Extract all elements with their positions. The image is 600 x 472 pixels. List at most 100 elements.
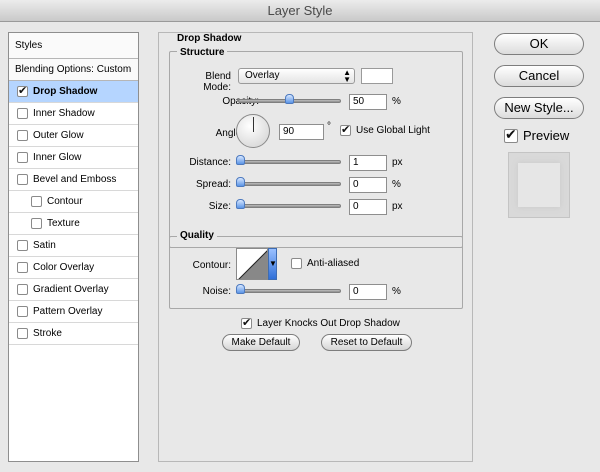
style-item[interactable]: Color Overlay (9, 257, 138, 279)
style-item-label: Pattern Overlay (33, 306, 103, 317)
drop-shadow-panel: Drop Shadow Structure Blend Mode: Overla… (158, 32, 473, 462)
style-item[interactable]: Gradient Overlay (9, 279, 138, 301)
cancel-button[interactable]: Cancel (494, 65, 584, 87)
checkbox-icon[interactable] (31, 218, 42, 229)
checkbox-icon[interactable] (17, 130, 28, 141)
angle-input[interactable]: 90 (279, 124, 324, 140)
style-preview-thumbnail (508, 152, 570, 218)
style-item-label: Gradient Overlay (33, 284, 109, 295)
dropdown-arrow-icon: ▼ (269, 259, 277, 268)
preview-checkbox[interactable]: Preview (504, 126, 570, 143)
style-item[interactable]: Outer Glow (9, 125, 138, 147)
style-item-label: Outer Glow (33, 130, 84, 141)
layer-knockout-checkbox[interactable]: Layer Knocks Out Drop Shadow (241, 316, 400, 329)
style-item[interactable]: Contour (9, 191, 138, 213)
preview-label: Preview (523, 128, 570, 143)
checkbox-icon[interactable] (17, 108, 28, 119)
style-item-label: Satin (33, 240, 56, 251)
checkbox-icon (241, 316, 252, 329)
checkbox-icon[interactable] (17, 262, 28, 273)
contour-label: Contour: (192, 260, 231, 271)
style-item[interactable]: Texture (9, 213, 138, 235)
spread-input[interactable]: 0 (349, 177, 387, 193)
opacity-slider-thumb[interactable] (285, 94, 294, 104)
contour-preview[interactable] (236, 248, 268, 280)
style-item[interactable]: Inner Glow (9, 147, 138, 169)
distance-input[interactable]: 1 (349, 155, 387, 171)
checkbox-icon[interactable] (17, 306, 28, 317)
spread-slider-track[interactable] (238, 182, 341, 186)
checkbox-icon[interactable] (17, 152, 28, 163)
window-titlebar: Layer Style (0, 0, 600, 22)
checkbox-icon (340, 123, 351, 136)
quality-title: Quality (177, 230, 217, 241)
structure-title: Structure (177, 47, 228, 58)
shadow-color-swatch[interactable] (361, 68, 393, 84)
noise-input[interactable]: 0 (349, 284, 387, 300)
ok-button[interactable]: OK (494, 33, 584, 55)
styles-list: Styles Blending Options: Custom Drop Sha… (8, 32, 139, 462)
drop-shadow-title: Drop Shadow (177, 33, 242, 44)
style-item[interactable]: Inner Shadow (9, 103, 138, 125)
distance-slider-thumb[interactable] (236, 155, 245, 165)
layer-knockout-label: Layer Knocks Out Drop Shadow (257, 318, 400, 329)
style-item-label: Inner Glow (33, 152, 82, 163)
style-item-label: Stroke (33, 328, 62, 339)
size-label: Size: (208, 201, 231, 212)
noise-label: Noise: (202, 286, 231, 297)
size-slider-track[interactable] (238, 204, 341, 208)
angle-dial[interactable] (236, 114, 270, 148)
noise-unit: % (392, 286, 401, 297)
size-unit: px (392, 201, 403, 212)
checkbox-icon[interactable] (17, 328, 28, 339)
style-item-label: Bevel and Emboss (33, 174, 117, 185)
new-style-button[interactable]: New Style... (494, 97, 584, 119)
size-slider-thumb[interactable] (236, 199, 245, 209)
style-item-label: Contour (47, 196, 83, 207)
noise-slider-thumb[interactable] (236, 284, 245, 294)
checkbox-icon[interactable] (17, 84, 28, 97)
checkbox-icon (291, 258, 302, 269)
contour-curve-icon (238, 250, 267, 279)
opacity-unit: % (392, 96, 401, 107)
spread-slider-thumb[interactable] (236, 177, 245, 187)
distance-slider-track[interactable] (238, 160, 341, 164)
blend-mode-select[interactable]: Overlay ▲ ▼ (238, 68, 355, 84)
contour-dropdown-button[interactable]: ▼ (268, 248, 277, 280)
quality-group (169, 236, 463, 309)
use-global-light-checkbox[interactable]: Use Global Light (340, 123, 430, 136)
updown-arrows-icon: ▲ ▼ (343, 68, 351, 84)
checkbox-icon[interactable] (17, 284, 28, 295)
style-item[interactable]: Bevel and Emboss (9, 169, 138, 191)
blend-mode-value: Overlay (245, 70, 280, 81)
size-input[interactable]: 0 (349, 199, 387, 215)
anti-aliased-label: Anti-aliased (307, 258, 360, 269)
blend-mode-label: Blend Mode: (203, 71, 231, 93)
angle-label: Angle: (215, 128, 244, 139)
reset-to-default-button[interactable]: Reset to Default (321, 334, 412, 351)
checkbox-icon (504, 126, 518, 143)
blending-options-item[interactable]: Blending Options: Custom (9, 59, 138, 81)
style-item-label: Texture (47, 218, 80, 229)
checkbox-icon[interactable] (17, 240, 28, 251)
use-global-light-label: Use Global Light (356, 125, 430, 136)
distance-label: Distance: (189, 157, 231, 168)
checkbox-icon[interactable] (17, 174, 28, 185)
style-item[interactable]: Drop Shadow (9, 81, 138, 103)
distance-unit: px (392, 157, 403, 168)
opacity-input[interactable]: 50 (349, 94, 387, 110)
noise-slider-track[interactable] (238, 289, 341, 293)
style-item-label: Drop Shadow (33, 86, 98, 97)
make-default-button[interactable]: Make Default (222, 334, 300, 351)
degree-unit: ° (327, 121, 331, 132)
style-item[interactable]: Pattern Overlay (9, 301, 138, 323)
spread-label: Spread: (195, 179, 231, 190)
style-item-label: Inner Shadow (33, 108, 95, 119)
style-item[interactable]: Stroke (9, 323, 138, 345)
window-title: Layer Style (267, 3, 333, 18)
style-item-label: Color Overlay (33, 262, 95, 273)
style-item[interactable]: Satin (9, 235, 138, 257)
checkbox-icon[interactable] (31, 196, 42, 207)
anti-aliased-checkbox[interactable]: Anti-aliased (291, 258, 359, 269)
styles-header[interactable]: Styles (9, 33, 138, 59)
